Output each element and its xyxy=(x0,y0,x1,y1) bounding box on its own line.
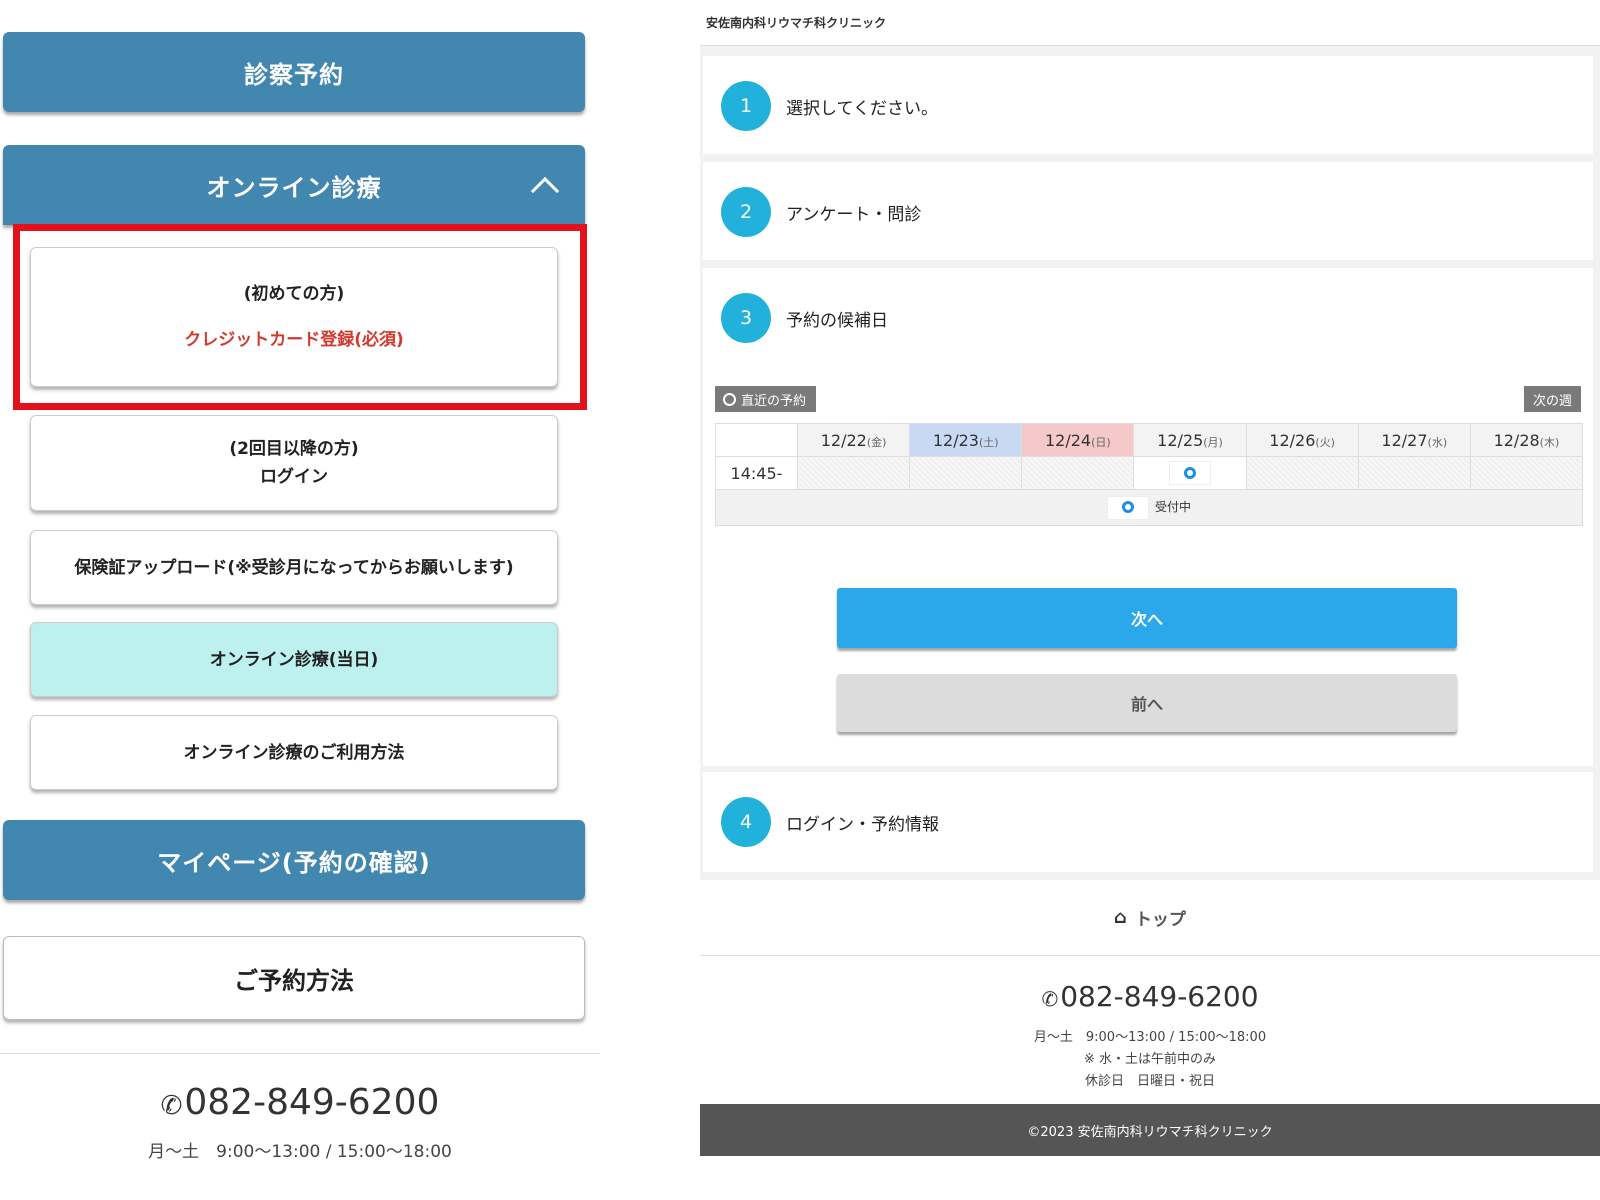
top-link[interactable]: ⌂ トップ xyxy=(700,880,1600,956)
recent-reservation-button[interactable]: 直近の予約 xyxy=(715,386,817,412)
online-howto-label: オンライン診療のご利用方法 xyxy=(183,742,405,763)
copyright-text: ©2023 安佐南内科リウマチ科クリニック xyxy=(1027,1124,1273,1140)
step-3: 3 予約の候補日 直近の予約 次の週 12/22(金) 12/23(土) 12/… xyxy=(703,268,1593,766)
step-number: 3 xyxy=(721,293,771,343)
date-header: 12/25(月) xyxy=(1133,423,1247,457)
top-link-label: トップ xyxy=(1134,910,1186,930)
next-week-label: 次の週 xyxy=(1532,393,1572,409)
available-circle-icon xyxy=(1183,466,1196,479)
slot-unavailable xyxy=(909,456,1023,490)
reservation-button[interactable]: 診察予約 xyxy=(3,32,585,112)
copyright-bar: ©2023 安佐南内科リウマチ科クリニック xyxy=(700,1104,1600,1156)
step-label: 予約の候補日 xyxy=(786,311,888,331)
next-button[interactable]: 次へ xyxy=(837,588,1457,648)
date-header: 12/24(日) xyxy=(1021,423,1135,457)
step-label: ログイン・予約情報 xyxy=(786,815,939,835)
returning-visit-button[interactable]: (2回目以降の方) ログイン xyxy=(30,415,558,511)
time-slot-label: 14:45- xyxy=(715,456,798,490)
recent-reservation-label: 直近の予約 xyxy=(741,393,807,409)
online-consultation-button[interactable]: オンライン診療 xyxy=(3,145,585,225)
legend-label: 受付中 xyxy=(1154,499,1191,514)
slot-unavailable xyxy=(1469,456,1584,490)
previous-button-label: 前へ xyxy=(1130,695,1163,714)
first-visit-button[interactable]: (初めての方) クレジットカード登録(必須) xyxy=(30,247,558,387)
step-number: 2 xyxy=(721,187,771,237)
insurance-upload-button[interactable]: 保険証アップロード(※受診月になってからお願いします) xyxy=(30,530,558,605)
mypage-label: マイページ(予約の確認) xyxy=(157,848,431,877)
slot-available[interactable] xyxy=(1133,456,1247,490)
first-visit-label: (初めての方) xyxy=(243,284,345,304)
how-to-reserve-label: ご予約方法 xyxy=(234,966,354,995)
clinic-name: 安佐南内科リウマチ科クリニック xyxy=(700,0,1600,46)
next-button-label: 次へ xyxy=(1130,610,1163,629)
reservation-calendar: 12/22(金) 12/23(土) 12/24(日) 12/25(月) 12/2… xyxy=(715,423,1584,526)
date-header: 12/26(火) xyxy=(1245,423,1359,457)
reservation-button-label: 診察予約 xyxy=(244,60,344,89)
step-number: 1 xyxy=(721,81,771,131)
online-today-button[interactable]: オンライン診療(当日) xyxy=(30,622,558,697)
chevron-up-icon xyxy=(530,176,560,206)
step-label: アンケート・問診 xyxy=(786,205,922,225)
right-panel: 安佐南内科リウマチ科クリニック 1 選択してください。 2 アンケート・問診 3… xyxy=(700,0,1600,1200)
clock-icon xyxy=(723,392,736,406)
step-label: 選択してください。 xyxy=(786,99,938,119)
left-panel: 診察予約 オンライン診療 (初めての方) クレジットカード登録(必須) (2回目… xyxy=(0,0,600,1200)
slot-unavailable xyxy=(1021,456,1135,490)
closed-days: 休診日 日曜日・祝日 xyxy=(1084,1074,1215,1089)
slot-unavailable xyxy=(796,456,911,490)
corner-cell xyxy=(715,423,798,457)
phone-number[interactable]: ✆082-849-6200 xyxy=(700,980,1600,1013)
date-header: 12/27(水) xyxy=(1357,423,1471,457)
phone-icon: ✆ xyxy=(1041,987,1059,1011)
phone-text: 082-849-6200 xyxy=(1060,980,1259,1013)
step-4: 4 ログイン・予約情報 xyxy=(703,772,1593,872)
date-header: 12/23(土) xyxy=(909,423,1023,457)
next-week-button[interactable]: 次の週 xyxy=(1523,386,1581,412)
business-hours: 月〜土 9:00〜13:00 / 15:00〜18:00 xyxy=(148,1142,452,1162)
phone-icon: ✆ xyxy=(160,1091,183,1121)
how-to-reserve-button[interactable]: ご予約方法 xyxy=(3,936,585,1020)
date-header: 12/28(木) xyxy=(1469,423,1584,457)
step-number: 4 xyxy=(721,797,771,847)
divider xyxy=(0,1053,600,1054)
calendar-header-row: 12/22(金) 12/23(土) 12/24(日) 12/25(月) 12/2… xyxy=(715,423,1584,457)
step-1: 1 選択してください。 xyxy=(703,56,1593,154)
slot-unavailable xyxy=(1245,456,1359,490)
online-howto-button[interactable]: オンライン診療のご利用方法 xyxy=(30,715,558,790)
time-slot-row: 14:45- xyxy=(715,456,1584,490)
date-header: 12/22(金) xyxy=(796,423,911,457)
insurance-upload-label: 保険証アップロード(※受診月になってからお願いします) xyxy=(74,557,514,578)
home-icon: ⌂ xyxy=(1114,907,1127,928)
phone-number[interactable]: ✆082-849-6200 xyxy=(0,1082,600,1123)
online-consultation-label: オンライン診療 xyxy=(206,173,382,202)
phone-text: 082-849-6200 xyxy=(184,1082,440,1123)
bottom-spacer xyxy=(700,1156,1600,1200)
calendar-legend: 受付中 xyxy=(715,489,1583,526)
returning-visit-label: (2回目以降の方) xyxy=(229,439,359,459)
legend-row: 受付中 xyxy=(715,489,1583,526)
business-hours: 月〜土 9:00〜13:00 / 15:00〜18:00 xyxy=(1033,1030,1267,1045)
step-2: 2 アンケート・問診 xyxy=(703,162,1593,260)
previous-button[interactable]: 前へ xyxy=(837,674,1457,732)
slot-unavailable xyxy=(1357,456,1471,490)
mypage-button[interactable]: マイページ(予約の確認) xyxy=(3,820,585,900)
credit-card-registration-label: クレジットカード登録(必須) xyxy=(184,330,404,350)
login-label: ログイン xyxy=(260,467,328,487)
hours-note: ※ 水・土は午前中のみ xyxy=(1083,1052,1217,1067)
available-circle-icon xyxy=(1121,501,1134,513)
online-today-label: オンライン診療(当日) xyxy=(209,649,379,670)
footer-info: ✆082-849-6200 月〜土 9:00〜13:00 / 15:00〜18:… xyxy=(700,956,1600,1104)
